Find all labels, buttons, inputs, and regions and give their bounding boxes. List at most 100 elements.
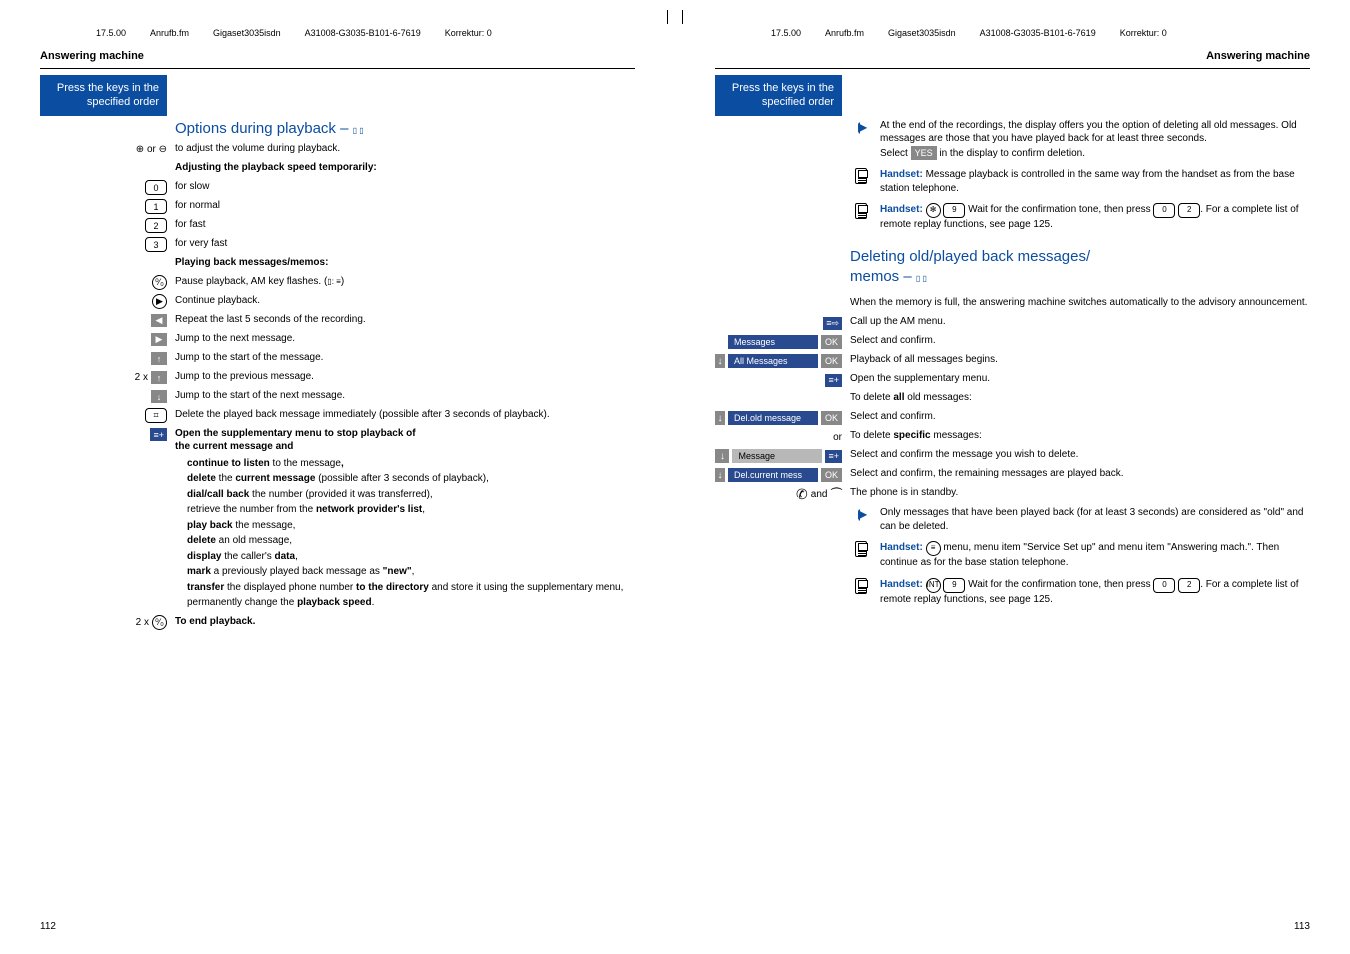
- key-2: 2: [145, 218, 167, 233]
- subheading: Adjusting the playback speed temporarily…: [175, 162, 377, 173]
- ok-softkey: OK: [821, 411, 842, 425]
- softkey-left: ◀: [151, 314, 167, 327]
- instruction-line: Press the keys in the: [723, 81, 834, 95]
- hdr-date: 17.5.00: [771, 28, 801, 38]
- text: Select and confirm.: [850, 334, 1310, 348]
- instruction-line: specified order: [48, 95, 159, 109]
- menu-key: ≡+: [150, 428, 167, 441]
- page-number: 113: [1294, 921, 1310, 932]
- cradle-glyph: ⏜: [830, 487, 842, 502]
- note-text: Handset: Message playback is controlled …: [880, 168, 1310, 195]
- list-item: delete an old message,: [187, 534, 635, 548]
- handset-note: Handset: Message playback is controlled …: [850, 168, 1310, 195]
- section-title: Answering machine: [715, 50, 1310, 62]
- hdr-partno: A31008-G3035-B101-6-7619: [980, 28, 1096, 38]
- text: for very fast: [175, 237, 635, 251]
- note-arrow-icon: |||▶: [858, 119, 865, 135]
- text: Jump to the start of the next message.: [175, 389, 635, 403]
- key-0: 0: [145, 180, 167, 195]
- list-item: dial/call back the number (provided it w…: [187, 488, 635, 502]
- handset-note: Handset: INT 9 Wait for the confirmation…: [850, 578, 1310, 607]
- text: to adjust the volume during playback.: [175, 142, 635, 156]
- hdr-korrektur: Korrektur: 0: [445, 28, 492, 38]
- softkey-up: ↑: [151, 352, 167, 365]
- left-page: 17.5.00 Anrufb.fm Gigaset3035isdn A31008…: [0, 0, 675, 954]
- text: Delete the played back message immediate…: [175, 408, 635, 422]
- text: Call up the AM menu.: [850, 315, 1310, 329]
- instruction-box: Press the keys in the specified order: [40, 75, 167, 116]
- instruction-line: specified order: [723, 95, 834, 109]
- text: Pause playback, AM key flashes. (▯: ≡): [175, 275, 635, 289]
- crop-mark: [667, 10, 668, 24]
- text: for fast: [175, 218, 635, 232]
- menu-item-del-old: Del.old message: [728, 411, 818, 425]
- text: When the memory is full, the answering m…: [850, 296, 1310, 310]
- menu-item-del-current: Del.current mess: [728, 468, 818, 482]
- hdr-korrektur: Korrektur: 0: [1120, 28, 1167, 38]
- menu-item-message: Message: [732, 449, 822, 463]
- down-arrow-key: ↓: [715, 468, 725, 482]
- heading-deleting: Deleting old/played back messages/memos …: [850, 247, 1310, 288]
- text: for normal: [175, 199, 635, 213]
- plus-minus-keys: ⊕ or ⊖: [136, 144, 167, 155]
- text: To delete all old messages:: [850, 391, 1310, 405]
- hdr-product: Gigaset3035isdn: [213, 28, 281, 38]
- horizontal-rule: [715, 68, 1310, 69]
- menu-item-messages: Messages: [728, 335, 818, 349]
- right-page: 17.5.00 Anrufb.fm Gigaset3035isdn A31008…: [675, 0, 1350, 954]
- text: Jump to the start of the message.: [175, 351, 635, 365]
- text: Continue playback.: [175, 294, 635, 308]
- list-item: continue to listen to the message,: [187, 457, 635, 471]
- text: Select and confirm the message you wish …: [850, 448, 1310, 462]
- softkey-right: ▶: [151, 333, 167, 346]
- text: Open the supplementary menu to stop play…: [175, 427, 635, 454]
- handset-note: Handset: ✻ 9 Wait for the confirmation t…: [850, 203, 1310, 232]
- instruction-line: Press the keys in the: [48, 81, 159, 95]
- down-arrow-key: ↓: [715, 411, 725, 425]
- handset-icon: [855, 541, 867, 557]
- list-item: transfer the displayed phone number to t…: [187, 581, 635, 595]
- and-label: and: [811, 489, 828, 500]
- list-item: retrieve the number from the network pro…: [187, 503, 635, 517]
- text: for slow: [175, 180, 635, 194]
- two-x-label: 2 x: [136, 617, 149, 628]
- section-title: Answering machine: [40, 50, 635, 62]
- play-key: ▶: [152, 294, 167, 309]
- text: Select and confirm, the remaining messag…: [850, 467, 1310, 481]
- subheading: Playing back messages/memos:: [175, 257, 328, 268]
- ok-softkey: OK: [821, 468, 842, 482]
- list-item: mark a previously played back message as…: [187, 565, 635, 579]
- handset-icon: [855, 578, 867, 594]
- text: Jump to the next message.: [175, 332, 635, 346]
- handset-icon: [855, 168, 867, 184]
- text: Select and confirm.: [850, 410, 1310, 424]
- down-arrow-key: ↓: [715, 449, 729, 463]
- menu-key: ≡⇨: [823, 317, 842, 330]
- list-item: delete the current message (possible aft…: [187, 472, 635, 486]
- handset-icon: [855, 203, 867, 219]
- down-arrow-key: ↓: [715, 354, 725, 368]
- softkey-up: ↑: [151, 371, 167, 384]
- option-list: continue to listen to the message, delet…: [175, 457, 635, 612]
- hdr-product: Gigaset3035isdn: [888, 28, 956, 38]
- key-3: 3: [145, 237, 167, 252]
- text: Repeat the last 5 seconds of the recordi…: [175, 313, 635, 327]
- softkey-down: ↓: [151, 390, 167, 403]
- pause-key: ⁰⁄₀: [152, 275, 167, 290]
- list-item: play back the message,: [187, 519, 635, 533]
- hdr-date: 17.5.00: [96, 28, 126, 38]
- note-arrow-icon: |||▶: [858, 506, 865, 522]
- delete-key: ⌗: [145, 408, 167, 423]
- menu-key: ≡+: [825, 450, 842, 463]
- text: Playback of all messages begins.: [850, 353, 1310, 367]
- handset-note: Handset: ≡ menu, menu item "Service Set …: [850, 541, 1310, 570]
- hdr-file: Anrufb.fm: [825, 28, 864, 38]
- ok-softkey: OK: [821, 354, 842, 368]
- yes-softkey: YES: [911, 146, 937, 160]
- menu-key: ≡+: [825, 374, 842, 387]
- or-label: or: [833, 432, 842, 443]
- instruction-box: Press the keys in the specified order: [715, 75, 842, 116]
- ok-softkey: OK: [821, 335, 842, 349]
- note: |||▶ At the end of the recordings, the d…: [850, 119, 1310, 160]
- text: To delete specific messages:: [850, 429, 1310, 443]
